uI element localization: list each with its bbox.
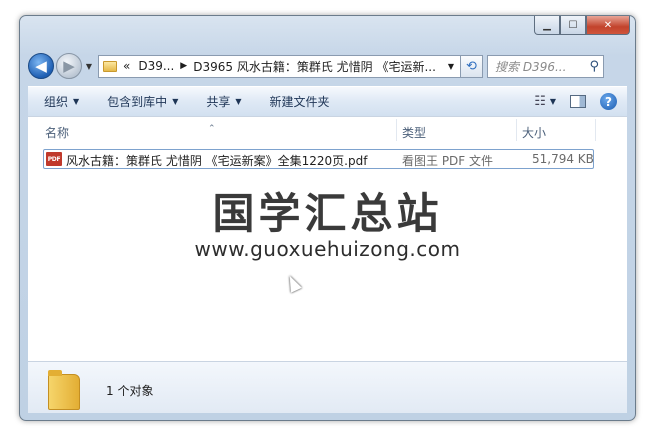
chevron-down-icon: ▼ — [235, 97, 242, 106]
organize-menu[interactable]: 组织 ▼ — [44, 93, 79, 110]
search-input[interactable]: 搜索 D396... ⚲ — [487, 54, 604, 78]
chevron-down-icon: ▼ — [73, 97, 80, 106]
back-button[interactable]: ◀ — [28, 53, 54, 79]
column-divider[interactable] — [396, 119, 397, 141]
preview-pane-icon[interactable] — [570, 95, 586, 108]
mouse-pointer-icon — [284, 273, 302, 293]
share-menu[interactable]: 共享 ▼ — [206, 93, 241, 110]
details-pane: 1 个对象 — [28, 361, 627, 413]
pdf-file-icon: PDF — [46, 152, 62, 166]
breadcrumb-item-current[interactable]: D3965 风水古籍：策群氏 尤惜阴 《宅运新... — [193, 58, 436, 75]
close-button[interactable]: ✕ — [586, 16, 630, 35]
file-list: 名称 ⌃ 类型 大小 PDF 风水古籍：策群氏 尤惜阴 《宅运新案》全集1220… — [28, 116, 627, 361]
sort-ascending-icon: ⌃ — [208, 124, 216, 134]
file-type: 看图王 PDF 文件 — [402, 154, 494, 168]
column-header-size[interactable]: 大小 — [522, 124, 546, 141]
folder-icon — [48, 370, 80, 410]
caption-buttons: ▁ ☐ ✕ — [534, 16, 630, 36]
column-header-type[interactable]: 类型 — [402, 124, 426, 141]
column-divider[interactable] — [516, 119, 517, 141]
watermark-title: 国学汇总站 — [212, 189, 443, 238]
include-in-library-label: 包含到库中 — [107, 95, 168, 109]
new-folder-button[interactable]: 新建文件夹 — [270, 93, 330, 110]
breadcrumb-item[interactable]: D39... — [138, 59, 174, 73]
include-in-library-menu[interactable]: 包含到库中 ▼ — [107, 93, 178, 110]
refresh-button[interactable]: ⟲ — [461, 54, 483, 78]
minimize-button[interactable]: ▁ — [534, 16, 560, 35]
search-icon[interactable]: ⚲ — [589, 59, 599, 74]
search-placeholder: 搜索 D396... — [495, 59, 567, 74]
view-dropdown-icon[interactable]: ▼ — [550, 97, 556, 106]
column-headers: 名称 ⌃ 类型 大小 — [28, 117, 627, 145]
view-options-icon[interactable]: ☷ — [534, 94, 546, 109]
organize-label: 组织 — [44, 95, 69, 109]
recent-pages-dropdown[interactable]: ▼ — [84, 62, 94, 71]
address-overflow-icon[interactable]: « — [123, 59, 130, 73]
share-label: 共享 — [206, 95, 231, 109]
navigation-bar: ◀ ▶ ▼ « D39... ▶ D3965 风水古籍：策群氏 尤惜阴 《宅运新… — [28, 51, 627, 81]
file-name[interactable]: 风水古籍：策群氏 尤惜阴 《宅运新案》全集1220页.pdf — [66, 152, 367, 169]
breadcrumb-separator-icon[interactable]: ▶ — [180, 61, 187, 71]
forward-button[interactable]: ▶ — [56, 53, 82, 79]
column-divider[interactable] — [595, 119, 596, 141]
column-header-name[interactable]: 名称 — [45, 124, 69, 141]
file-size: 51,794 KB — [532, 152, 594, 166]
watermark-url: www.guoxuehuizong.com — [194, 237, 461, 261]
explorer-window: ▁ ☐ ✕ ◀ ▶ ▼ « D39... ▶ D3965 风水古籍：策群氏 尤惜… — [19, 15, 636, 421]
file-row[interactable]: PDF 风水古籍：策群氏 尤惜阴 《宅运新案》全集1220页.pdf 看图王 P… — [43, 149, 594, 169]
maximize-button[interactable]: ☐ — [560, 16, 586, 35]
toolbar-right-group: ☷ ▼ ? — [520, 93, 617, 110]
address-dropdown-icon[interactable]: ▼ — [448, 62, 454, 71]
item-count: 1 个对象 — [106, 384, 154, 398]
new-folder-label: 新建文件夹 — [269, 95, 330, 109]
address-bar[interactable]: « D39... ▶ D3965 风水古籍：策群氏 尤惜阴 《宅运新... ▼ — [98, 54, 461, 78]
chevron-down-icon: ▼ — [172, 97, 179, 106]
help-icon[interactable]: ? — [600, 93, 617, 110]
folder-icon — [103, 60, 117, 72]
command-bar: 组织 ▼ 包含到库中 ▼ 共享 ▼ 新建文件夹 ☷ ▼ ? — [28, 86, 627, 116]
